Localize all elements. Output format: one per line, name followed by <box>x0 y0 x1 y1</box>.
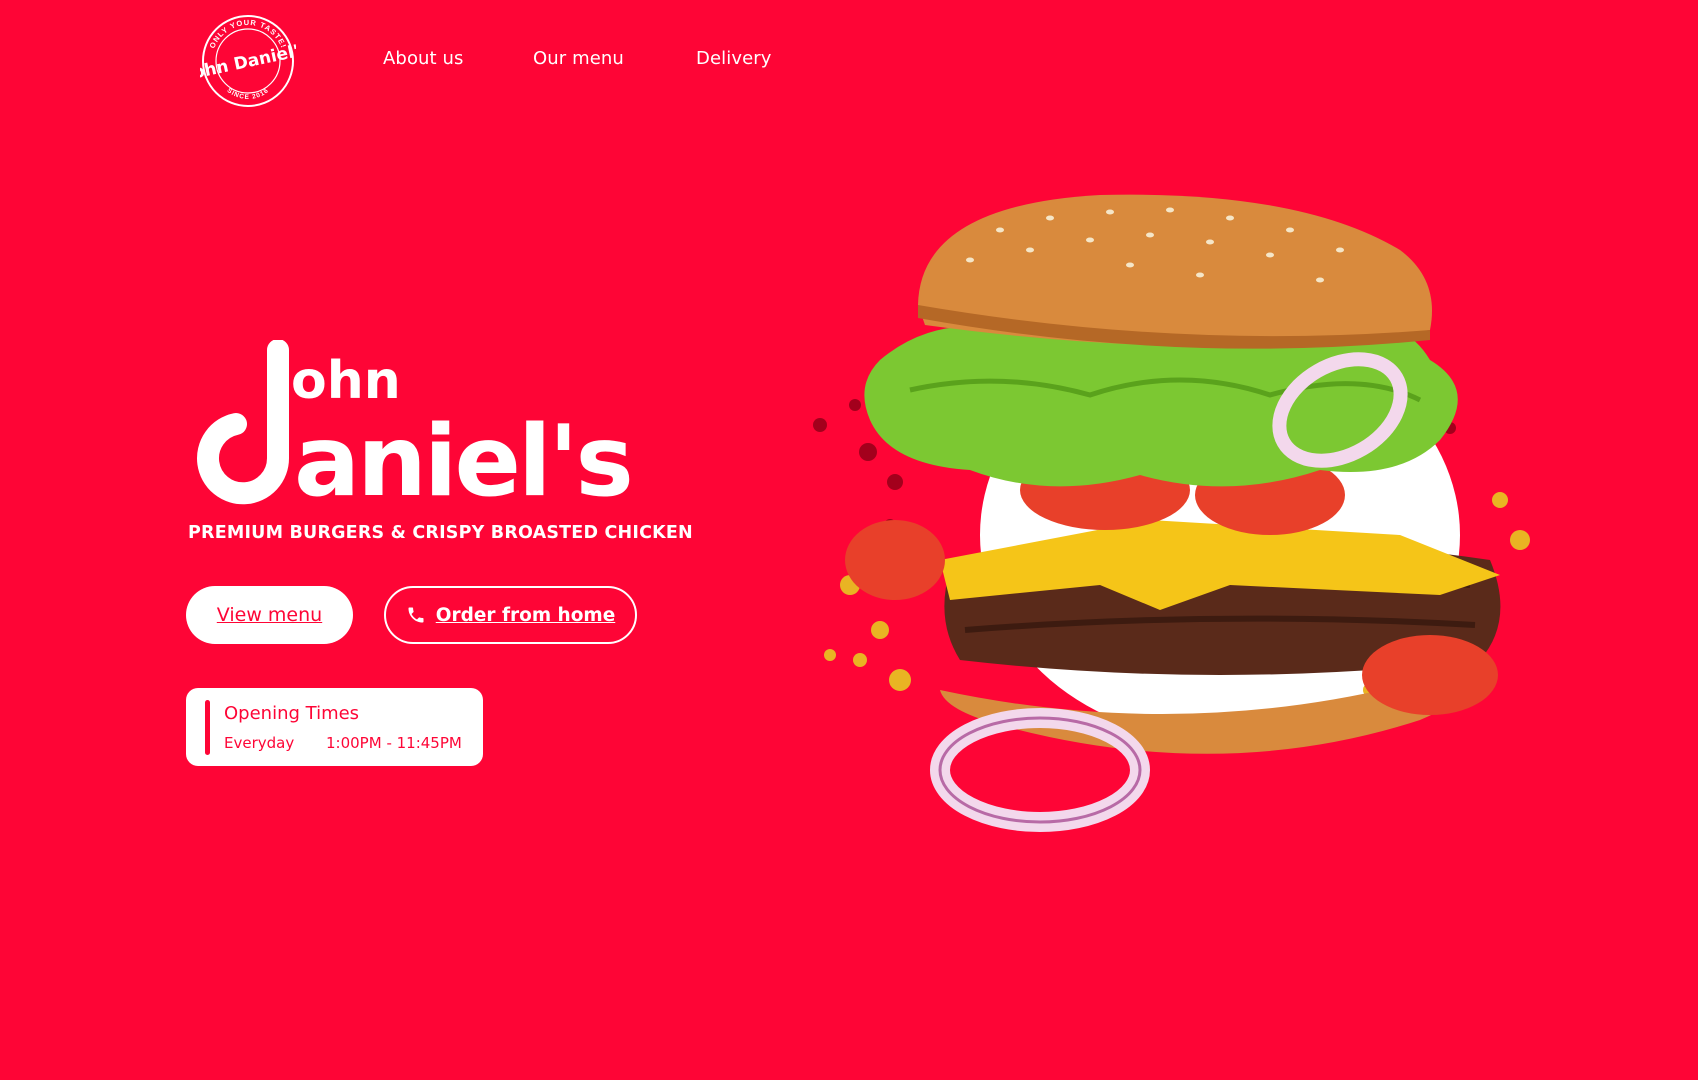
logo[interactable]: ONLY YOUR TASTE! SINCE 2016 John Daniel'… <box>184 13 311 109</box>
order-from-home-button[interactable]: Order from home <box>384 586 637 644</box>
burger-hero-image <box>800 190 1600 850</box>
nav-our-menu[interactable]: Our menu <box>533 48 624 69</box>
opening-times-hours: 1:00PM - 11:45PM <box>326 734 462 752</box>
opening-times-card: Opening Times Everyday 1:00PM - 11:45PM <box>186 688 483 766</box>
opening-times-title: Opening Times <box>224 703 360 724</box>
tagline: PREMIUM BURGERS & CRISPY BROASTED CHICKE… <box>188 523 693 543</box>
nav-about-us[interactable]: About us <box>383 48 464 69</box>
nav-delivery[interactable]: Delivery <box>696 48 772 69</box>
view-menu-label: View menu <box>216 604 323 626</box>
order-from-home-label: Order from home <box>435 604 616 626</box>
brand-line-1: ohn <box>291 351 401 411</box>
svg-text:SINCE 2016: SINCE 2016 <box>226 87 271 101</box>
tomato-slice-3 <box>845 520 945 600</box>
logo-emblem: ONLY YOUR TASTE! SINCE 2016 John Daniel'… <box>184 15 311 107</box>
brand-wordmark: ohn aniel's <box>186 339 686 520</box>
opening-times-accent-bar <box>205 700 210 755</box>
brand-line-2: aniel's <box>294 405 631 519</box>
tomato-slice-4 <box>1362 635 1498 715</box>
phone-icon <box>408 607 424 623</box>
opening-times-day: Everyday <box>224 734 295 752</box>
view-menu-button[interactable]: View menu <box>186 586 353 644</box>
